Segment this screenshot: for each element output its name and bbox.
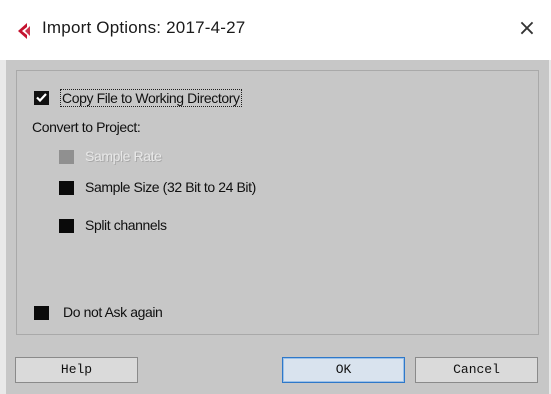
checkmark-icon — [36, 93, 47, 103]
sample-rate-checkbox — [59, 150, 74, 164]
help-button[interactable]: Help — [15, 357, 138, 383]
window-title: Import Options: 2017-4-27 — [42, 18, 246, 37]
sample-size-checkbox[interactable] — [59, 181, 74, 195]
options-panel: Copy File to Working Directory Convert t… — [16, 70, 539, 335]
cancel-button[interactable]: Cancel — [415, 357, 538, 383]
title-bar: Import Options: 2017-4-27 × — [0, 0, 551, 60]
ok-button[interactable]: OK — [282, 357, 405, 383]
do-not-ask-checkbox[interactable] — [34, 306, 49, 320]
close-button[interactable]: × — [512, 14, 542, 44]
sample-rate-label: Sample Rate — [85, 148, 162, 164]
do-not-ask-label: Do not Ask again — [63, 304, 163, 320]
cubase-logo-icon — [18, 23, 30, 39]
dialog-body: Copy File to Working Directory Convert t… — [6, 60, 549, 394]
copy-file-checkbox[interactable] — [34, 91, 49, 105]
split-channels-checkbox[interactable] — [59, 219, 74, 233]
convert-heading: Convert to Project: — [32, 119, 141, 135]
split-channels-label: Split channels — [85, 217, 167, 233]
copy-file-label: Copy File to Working Directory — [60, 89, 242, 107]
sample-size-label: Sample Size (32 Bit to 24 Bit) — [85, 179, 256, 195]
